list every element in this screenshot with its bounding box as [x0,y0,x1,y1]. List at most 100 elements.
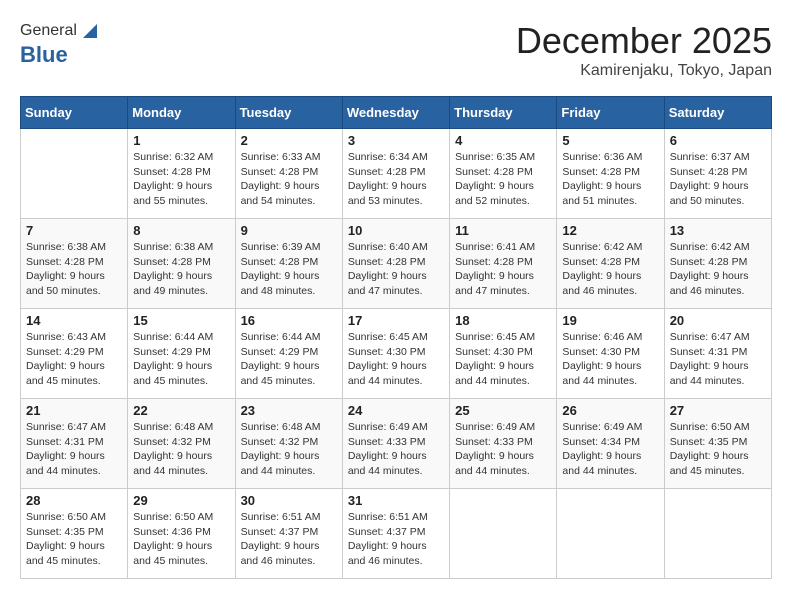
day-number: 26 [562,403,658,418]
day-number: 30 [241,493,337,508]
calendar-day-cell: 2 Sunrise: 6:33 AMSunset: 4:28 PMDaylight… [235,129,342,219]
day-info: Sunrise: 6:42 AMSunset: 4:28 PMDaylight:… [670,240,766,299]
day-number: 7 [26,223,122,238]
calendar-day-cell [21,129,128,219]
calendar-day-cell: 7Sunrise: 6:38 AMSunset: 4:28 PMDaylight… [21,219,128,309]
logo-icon [79,20,101,42]
calendar-day-cell: 26 Sunrise: 6:49 AMSunset: 4:34 PMDayligh… [557,399,664,489]
header-day: Wednesday [342,97,449,129]
calendar-day-cell: 17 Sunrise: 6:45 AMSunset: 4:30 PMDayligh… [342,309,449,399]
day-info: Sunrise: 6:40 AMSunset: 4:28 PMDaylight:… [348,240,444,299]
day-info: Sunrise: 6:41 AMSunset: 4:28 PMDaylight:… [455,240,551,299]
calendar-day-cell: 16 Sunrise: 6:44 AMSunset: 4:29 PMDayligh… [235,309,342,399]
calendar-day-cell: 9 Sunrise: 6:39 AMSunset: 4:28 PMDaylight… [235,219,342,309]
day-number: 21 [26,403,122,418]
day-info: Sunrise: 6:37 AMSunset: 4:28 PMDaylight:… [670,150,766,209]
calendar-day-cell: 27 Sunrise: 6:50 AMSunset: 4:35 PMDayligh… [664,399,771,489]
day-number: 31 [348,493,444,508]
day-number: 16 [241,313,337,328]
day-number: 12 [562,223,658,238]
day-info: Sunrise: 6:36 AMSunset: 4:28 PMDaylight:… [562,150,658,209]
calendar-day-cell [557,489,664,579]
logo-general-text: General [20,22,77,40]
day-info: Sunrise: 6:50 AMSunset: 4:35 PMDaylight:… [670,420,766,479]
day-number: 9 [241,223,337,238]
day-number: 3 [348,133,444,148]
title-block: December 2025 Kamirenjaku, Tokyo, Japan [516,20,772,80]
calendar-day-cell: 31 Sunrise: 6:51 AMSunset: 4:37 PMDayligh… [342,489,449,579]
day-number: 1 [133,133,229,148]
calendar-table: SundayMondayTuesdayWednesdayThursdayFrid… [20,96,772,579]
calendar-day-cell: 1 Sunrise: 6:32 AMSunset: 4:28 PMDaylight… [128,129,235,219]
day-info: Sunrise: 6:34 AMSunset: 4:28 PMDaylight:… [348,150,444,209]
calendar-day-cell: 24Sunrise: 6:49 AMSunset: 4:33 PMDayligh… [342,399,449,489]
day-number: 10 [348,223,444,238]
calendar-day-cell: 11 Sunrise: 6:41 AMSunset: 4:28 PMDayligh… [450,219,557,309]
calendar-day-cell: 21 Sunrise: 6:47 AMSunset: 4:31 PMDayligh… [21,399,128,489]
day-info: Sunrise: 6:47 AMSunset: 4:31 PMDaylight:… [26,420,122,479]
day-info: Sunrise: 6:39 AMSunset: 4:28 PMDaylight:… [241,240,337,299]
day-number: 13 [670,223,766,238]
day-info: Sunrise: 6:42 AMSunset: 4:28 PMDaylight:… [562,240,658,299]
day-info: Sunrise: 6:38 AMSunset: 4:28 PMDaylight:… [133,240,229,299]
location-title: Kamirenjaku, Tokyo, Japan [516,62,772,80]
day-info: Sunrise: 6:49 AMSunset: 4:33 PMDaylight:… [348,420,444,479]
day-info: Sunrise: 6:33 AMSunset: 4:28 PMDaylight:… [241,150,337,209]
calendar-day-cell: 13 Sunrise: 6:42 AMSunset: 4:28 PMDayligh… [664,219,771,309]
day-info: Sunrise: 6:51 AMSunset: 4:37 PMDaylight:… [241,510,337,569]
day-number: 27 [670,403,766,418]
calendar-day-cell: 4Sunrise: 6:35 AMSunset: 4:28 PMDaylight… [450,129,557,219]
day-info: Sunrise: 6:44 AMSunset: 4:29 PMDaylight:… [241,330,337,389]
calendar-day-cell: 8 Sunrise: 6:38 AMSunset: 4:28 PMDaylight… [128,219,235,309]
day-number: 22 [133,403,229,418]
day-info: Sunrise: 6:50 AMSunset: 4:35 PMDaylight:… [26,510,122,569]
day-info: Sunrise: 6:45 AMSunset: 4:30 PMDaylight:… [348,330,444,389]
day-number: 18 [455,313,551,328]
day-number: 8 [133,223,229,238]
calendar-day-cell: 12 Sunrise: 6:42 AMSunset: 4:28 PMDayligh… [557,219,664,309]
day-info: Sunrise: 6:32 AMSunset: 4:28 PMDaylight:… [133,150,229,209]
day-number: 14 [26,313,122,328]
day-info: Sunrise: 6:51 AMSunset: 4:37 PMDaylight:… [348,510,444,569]
page-header: General Blue December 2025 Kamirenjaku, … [20,20,772,80]
header-day: Thursday [450,97,557,129]
day-number: 29 [133,493,229,508]
day-info: Sunrise: 6:48 AMSunset: 4:32 PMDaylight:… [133,420,229,479]
logo-blue-text: Blue [20,42,68,68]
calendar-day-cell: 10 Sunrise: 6:40 AMSunset: 4:28 PMDayligh… [342,219,449,309]
day-number: 28 [26,493,122,508]
header-day: Saturday [664,97,771,129]
day-info: Sunrise: 6:46 AMSunset: 4:30 PMDaylight:… [562,330,658,389]
day-number: 25 [455,403,551,418]
logo: General Blue [20,20,101,68]
calendar-week-row: 28 Sunrise: 6:50 AMSunset: 4:35 PMDayligh… [21,489,772,579]
day-number: 23 [241,403,337,418]
day-info: Sunrise: 6:43 AMSunset: 4:29 PMDaylight:… [26,330,122,389]
day-number: 17 [348,313,444,328]
day-info: Sunrise: 6:35 AMSunset: 4:28 PMDaylight:… [455,150,551,209]
day-number: 6 [670,133,766,148]
calendar-day-cell: 23Sunrise: 6:48 AMSunset: 4:32 PMDayligh… [235,399,342,489]
day-info: Sunrise: 6:50 AMSunset: 4:36 PMDaylight:… [133,510,229,569]
calendar-day-cell: 5 Sunrise: 6:36 AMSunset: 4:28 PMDaylight… [557,129,664,219]
day-number: 5 [562,133,658,148]
calendar-day-cell [664,489,771,579]
day-info: Sunrise: 6:44 AMSunset: 4:29 PMDaylight:… [133,330,229,389]
calendar-week-row: 21 Sunrise: 6:47 AMSunset: 4:31 PMDayligh… [21,399,772,489]
header-day: Friday [557,97,664,129]
calendar-day-cell: 28 Sunrise: 6:50 AMSunset: 4:35 PMDayligh… [21,489,128,579]
day-number: 11 [455,223,551,238]
day-number: 2 [241,133,337,148]
month-title: December 2025 [516,20,772,62]
day-number: 15 [133,313,229,328]
header-day: Sunday [21,97,128,129]
calendar-day-cell: 19Sunrise: 6:46 AMSunset: 4:30 PMDayligh… [557,309,664,399]
calendar-day-cell: 14 Sunrise: 6:43 AMSunset: 4:29 PMDayligh… [21,309,128,399]
header-day: Monday [128,97,235,129]
calendar-day-cell: 15 Sunrise: 6:44 AMSunset: 4:29 PMDayligh… [128,309,235,399]
calendar-day-cell: 6 Sunrise: 6:37 AMSunset: 4:28 PMDaylight… [664,129,771,219]
day-number: 20 [670,313,766,328]
day-info: Sunrise: 6:49 AMSunset: 4:33 PMDaylight:… [455,420,551,479]
day-info: Sunrise: 6:49 AMSunset: 4:34 PMDaylight:… [562,420,658,479]
calendar-week-row: 1 Sunrise: 6:32 AMSunset: 4:28 PMDaylight… [21,129,772,219]
